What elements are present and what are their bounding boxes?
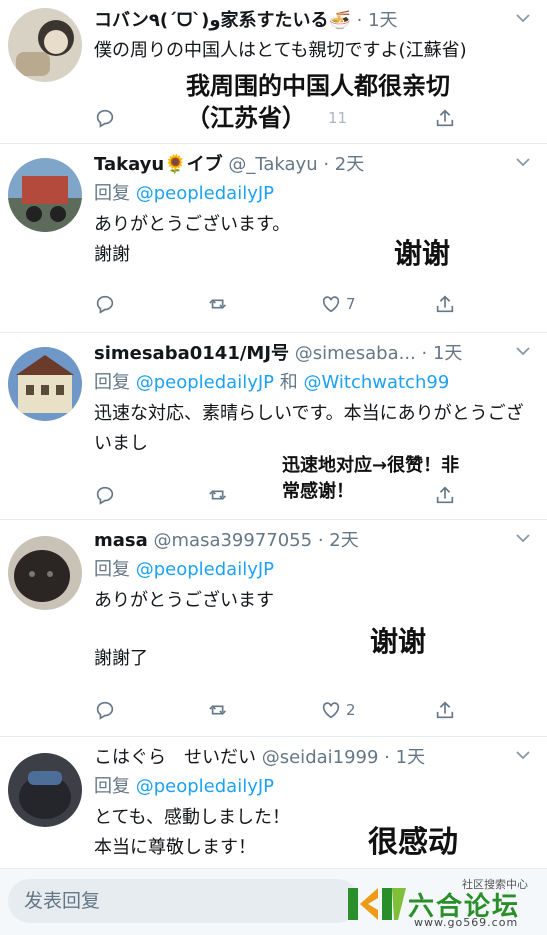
display-name[interactable]: コバン٩(ˊᗜˋ)و家系すたいる🍜 — [94, 10, 351, 31]
reply-prefix: 回复 — [94, 559, 136, 580]
translation-line: 迅速地对应→很赞！非 — [282, 455, 460, 476]
tweet-text-line: とても、感動しました！ — [94, 807, 291, 828]
timestamp[interactable]: 1天 — [433, 343, 462, 364]
display-name[interactable]: Takayu🌻イブ — [94, 154, 223, 175]
mention-link[interactable]: @Witchwatch99 — [303, 372, 449, 393]
avatar[interactable] — [8, 158, 82, 232]
tweet-3[interactable]: simesaba0141/MJ号 @simesaba... · 1天 回复 @p… — [0, 333, 547, 520]
like-button[interactable]: 2 — [320, 696, 356, 724]
like-count: 11 — [328, 109, 348, 127]
display-name[interactable]: masa — [94, 530, 148, 551]
reply-context: 回复 @peopledailyJP — [94, 773, 533, 801]
tweet-text-line: 謝謝 — [94, 244, 130, 265]
display-name[interactable]: こはぐら せいだい — [94, 747, 256, 768]
tweet-text-line: ありがとうございます。 — [94, 214, 291, 235]
mention-link[interactable]: @peopledailyJP — [136, 776, 274, 797]
retweet-button[interactable] — [208, 481, 230, 509]
reply-button[interactable] — [94, 104, 116, 132]
retweet-icon — [209, 490, 227, 500]
avatar[interactable] — [8, 753, 82, 827]
share-button[interactable] — [434, 104, 456, 132]
translation-overlay: 谢谢 — [370, 625, 427, 658]
separator-dot: · — [415, 343, 433, 364]
reply-context: 回复 @peopledailyJP — [94, 556, 533, 584]
tweet-text-line: 本当に尊敬します！ — [94, 837, 256, 858]
retweet-icon — [209, 299, 227, 309]
tweet-text: 僕の周りの中国人はとても親切ですよ(江蘇省) — [94, 40, 467, 61]
tweet-text: ありがとうございます 謝謝了 — [94, 586, 533, 674]
share-icon — [436, 109, 454, 127]
reply-prefix: 回复 — [94, 776, 136, 797]
share-icon — [436, 701, 454, 719]
share-button[interactable] — [434, 696, 456, 724]
handle[interactable]: @masa39977055 — [154, 530, 313, 551]
tweet-text-line: 謝謝了 — [94, 648, 148, 669]
reply-joiner: 和 — [274, 372, 304, 393]
retweet-button[interactable] — [208, 290, 230, 318]
tweet-text: とても、感動しました！ 本当に尊敬します！ — [94, 803, 533, 863]
tweet-4[interactable]: masa @masa39977055 · 2天 回复 @peopledailyJ… — [0, 520, 547, 737]
tweet-2[interactable]: Takayu🌻イブ @_Takayu · 2天 回复 @peopledailyJ… — [0, 144, 547, 333]
retweet-icon — [209, 705, 227, 715]
separator-dot: · — [312, 530, 330, 551]
tweet-text: 迅速な対応、素晴らしいです。本当にありがとうございまし — [94, 403, 524, 454]
reply-icon — [96, 295, 114, 314]
tweet-1[interactable]: コバン٩(ˊᗜˋ)و家系すたいる🍜 · 1天 僕の周りの中国人はとても親切ですよ… — [0, 0, 547, 144]
reply-icon — [96, 486, 114, 505]
timestamp[interactable]: 2天 — [335, 154, 364, 175]
chevron-down-icon[interactable] — [515, 747, 531, 763]
reply-button[interactable] — [94, 290, 116, 318]
reply-button[interactable] — [94, 696, 116, 724]
tweet-text-line: ありがとうございます — [94, 590, 274, 611]
tweet-text: ありがとうございます。 謝謝 — [94, 210, 533, 270]
share-button[interactable] — [434, 481, 456, 509]
mention-link[interactable]: @peopledailyJP — [136, 372, 274, 393]
chevron-down-icon[interactable] — [515, 154, 531, 170]
handle[interactable]: @_Takayu — [228, 154, 317, 175]
avatar[interactable] — [8, 8, 82, 82]
translation-overlay: 很感动 — [368, 825, 458, 860]
separator-dot: · — [378, 747, 396, 768]
chevron-down-icon[interactable] — [515, 343, 531, 359]
reply-icon — [96, 109, 114, 128]
like-icon — [322, 296, 340, 313]
mention-link[interactable]: @peopledailyJP — [136, 559, 274, 580]
watermark-logo: 社区搜索中心 六合论坛 www.go569.com — [348, 876, 538, 929]
chevron-down-icon[interactable] — [515, 530, 531, 546]
display-name[interactable]: simesaba0141/MJ号 — [94, 343, 289, 364]
share-icon — [436, 295, 454, 313]
share-icon — [436, 486, 454, 504]
translation-overlay: 谢谢 — [394, 237, 451, 270]
like-count: 7 — [346, 295, 356, 313]
reply-button[interactable] — [94, 481, 116, 509]
avatar[interactable] — [8, 536, 82, 610]
handle[interactable]: @seidai1999 — [262, 747, 379, 768]
share-button[interactable] — [434, 290, 456, 318]
chevron-down-icon[interactable] — [515, 10, 531, 26]
reply-prefix: 回复 — [94, 372, 136, 393]
mention-link[interactable]: @peopledailyJP — [136, 183, 274, 204]
separator-dot: · — [317, 154, 335, 175]
watermark-mark-icon — [348, 888, 406, 920]
like-count: 2 — [346, 701, 356, 719]
tweet-5[interactable]: こはぐら せいだい @seidai1999 · 1天 回复 @peopledai… — [0, 737, 547, 868]
avatar[interactable] — [8, 347, 82, 421]
reply-context: 回复 @peopledailyJP — [94, 180, 533, 208]
watermark-url: www.go569.com — [414, 916, 519, 929]
reply-context: 回复 @peopledailyJP 和 @Witchwatch99 — [94, 369, 533, 397]
timestamp[interactable]: 1天 — [368, 10, 397, 31]
like-button[interactable]: 11 — [324, 104, 347, 132]
handle[interactable]: @simesaba... — [295, 343, 416, 364]
reply-prefix: 回复 — [94, 183, 136, 204]
reply-input[interactable]: 发表回复 — [8, 879, 359, 923]
like-icon — [322, 702, 340, 719]
timestamp[interactable]: 2天 — [329, 530, 358, 551]
retweet-button[interactable] — [208, 696, 230, 724]
timestamp[interactable]: 1天 — [396, 747, 425, 768]
like-button[interactable]: 7 — [320, 290, 356, 318]
separator-dot: · — [350, 10, 369, 31]
reply-icon — [96, 701, 114, 720]
